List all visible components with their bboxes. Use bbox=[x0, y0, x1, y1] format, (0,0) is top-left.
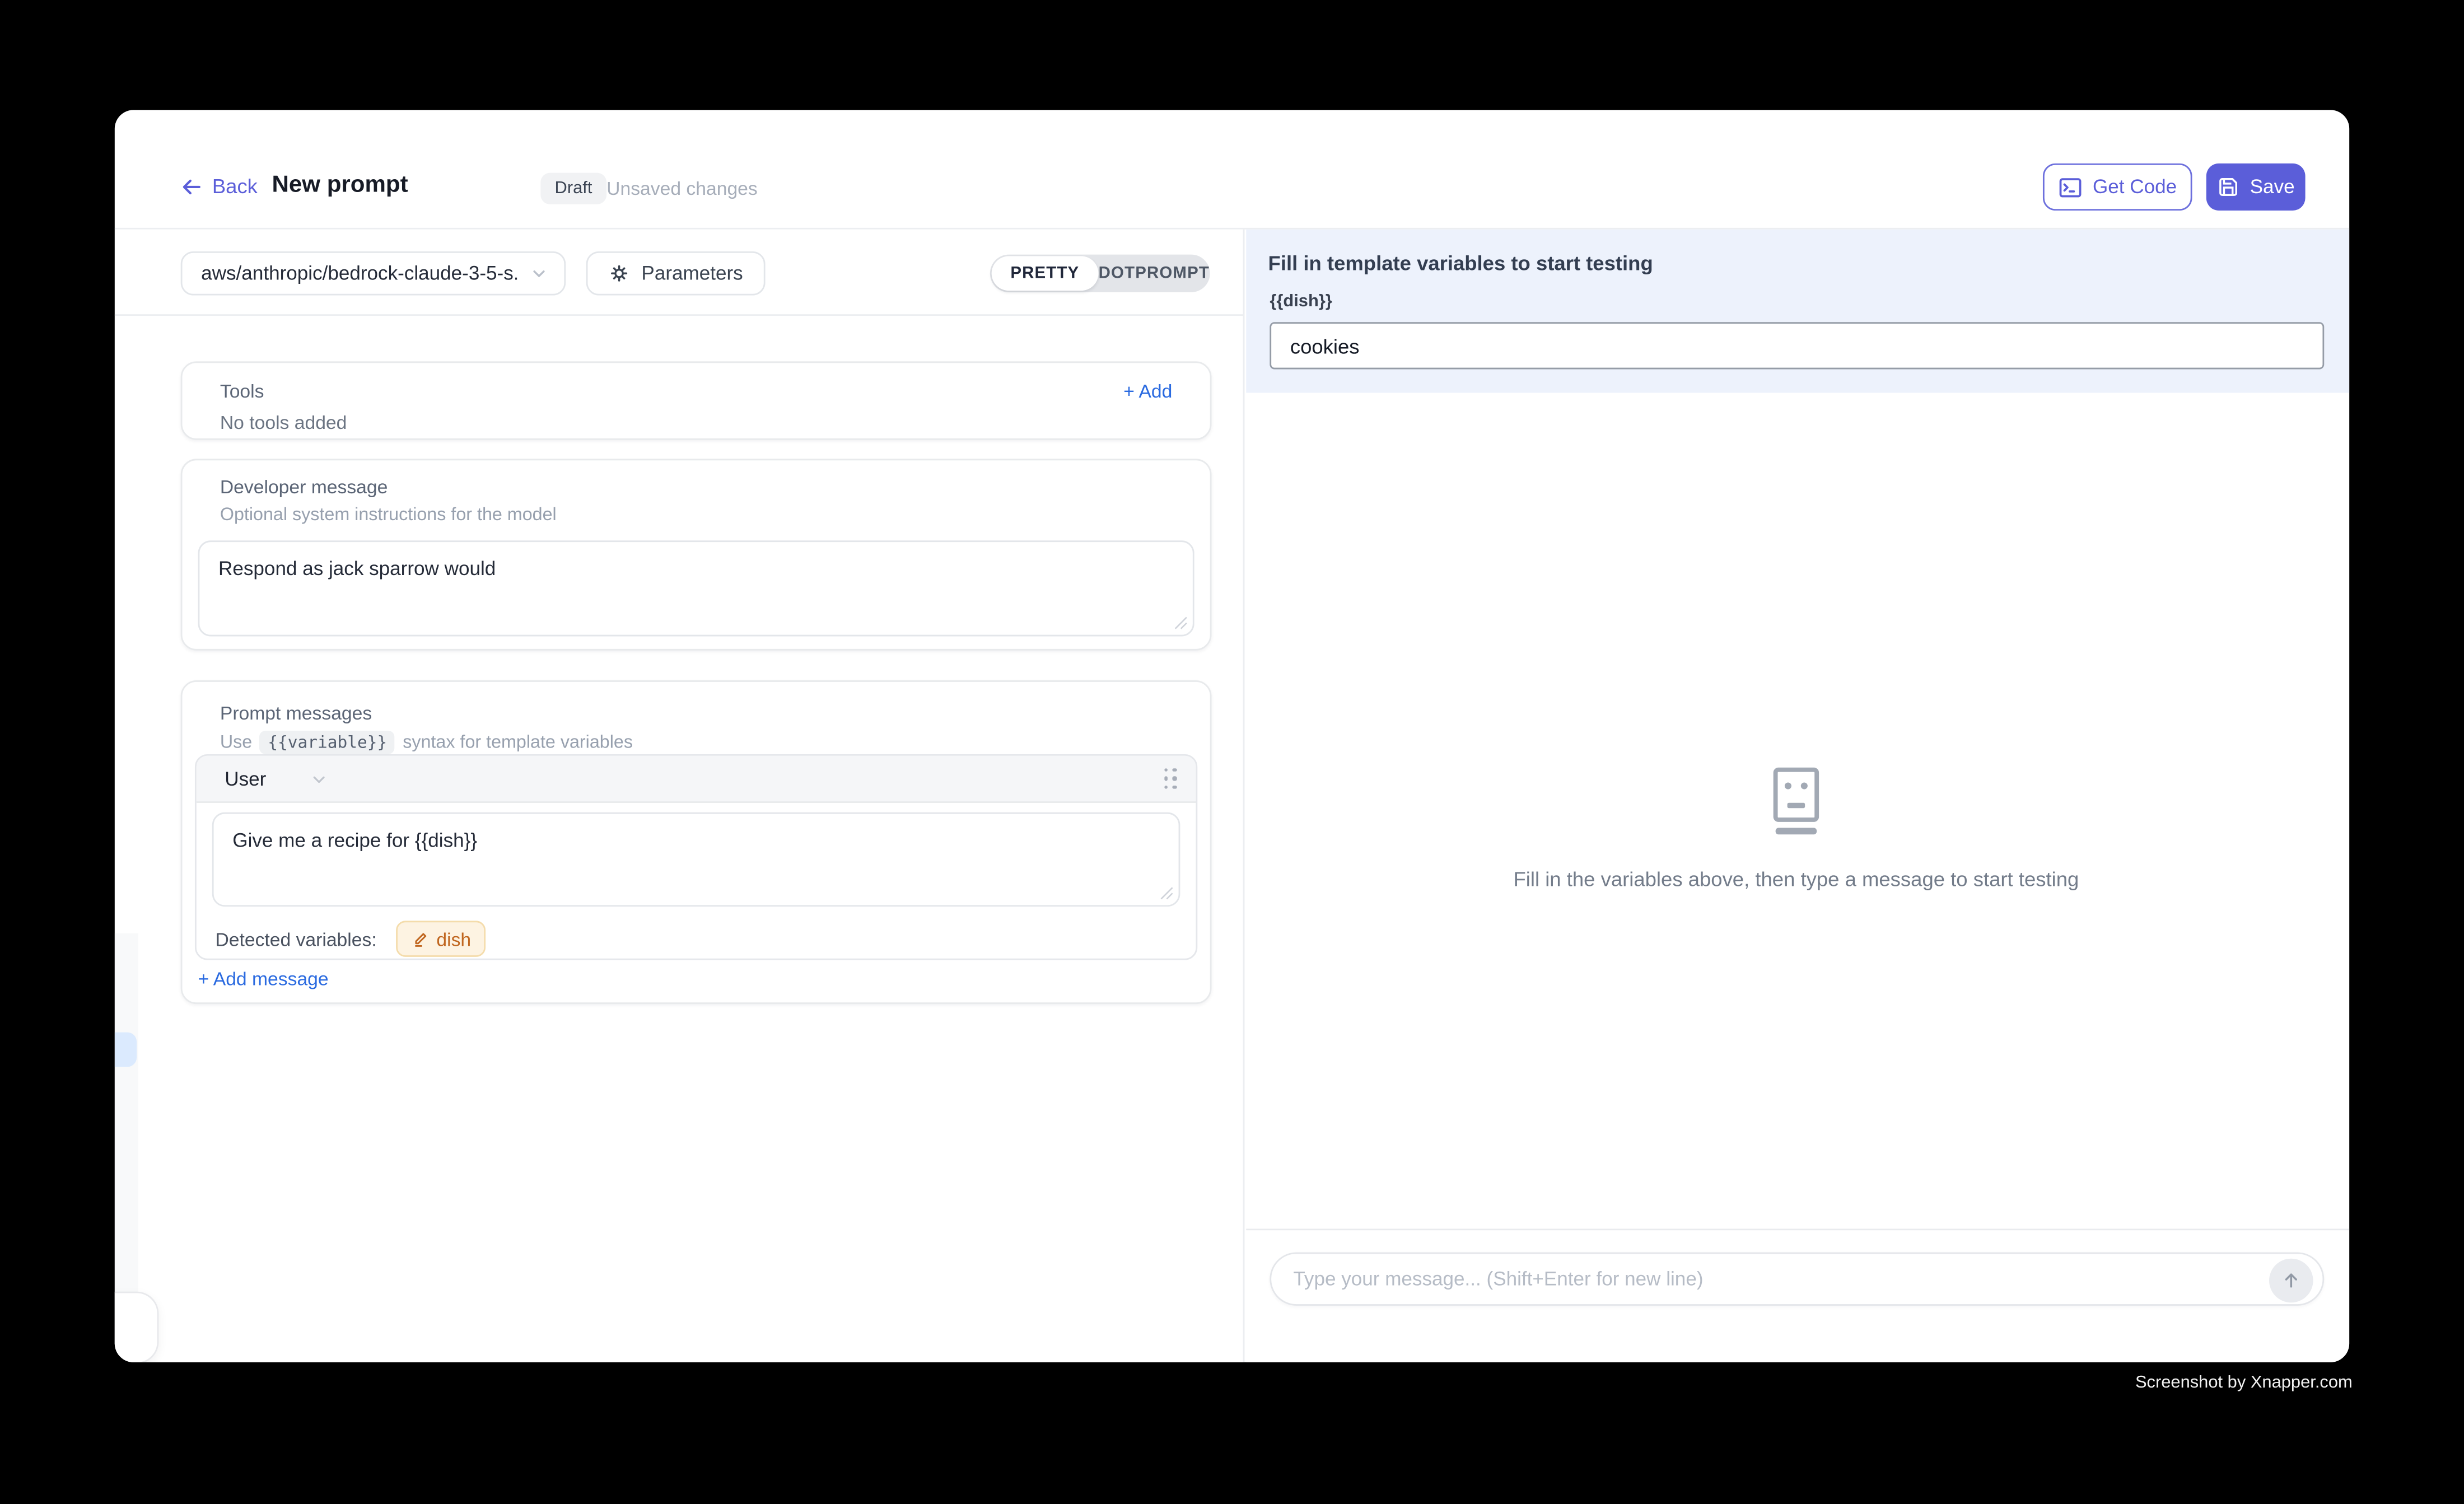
resize-grip-icon[interactable] bbox=[1174, 616, 1188, 630]
role-value: User bbox=[225, 768, 266, 790]
background-sidebar-active-item bbox=[115, 1033, 137, 1067]
subtitle-prefix: Use bbox=[220, 733, 252, 752]
send-button[interactable] bbox=[2269, 1259, 2313, 1303]
unsaved-changes-note: Unsaved changes bbox=[606, 178, 758, 199]
back-button[interactable]: Back bbox=[181, 174, 258, 198]
message-block: User Give me a recipe for {{dish}} Detec… bbox=[195, 754, 1197, 960]
subtitle-suffix: syntax for template variables bbox=[403, 733, 633, 752]
chat-divider bbox=[1246, 1229, 2349, 1230]
watermark-text: Screenshot by Xnapper.com bbox=[2135, 1374, 2353, 1393]
user-message-textarea[interactable]: Give me a recipe for {{dish}} bbox=[214, 814, 1179, 905]
save-label: Save bbox=[2250, 176, 2295, 198]
prompt-messages-card: Prompt messages Use {{variable}} syntax … bbox=[181, 680, 1212, 1004]
save-button[interactable]: Save bbox=[2206, 164, 2306, 211]
developer-message-field: Respond as jack sparrow would bbox=[198, 540, 1194, 636]
add-tool-button[interactable]: + Add bbox=[1123, 380, 1172, 402]
developer-message-title: Developer message bbox=[220, 476, 388, 498]
robot-face-icon bbox=[1771, 767, 1821, 835]
editor-panel: aws/anthropic/bedrock-claude-3-5-s... Pa bbox=[115, 230, 1245, 1362]
detected-variables-label: Detected variables: bbox=[215, 928, 376, 950]
tools-title: Tools bbox=[220, 380, 264, 402]
resize-grip-icon[interactable] bbox=[1160, 886, 1174, 900]
toggle-option-dotprompt[interactable]: DOTPROMPT bbox=[1098, 264, 1210, 283]
add-message-button[interactable]: + Add message bbox=[198, 968, 329, 990]
model-selector-value: aws/anthropic/bedrock-claude-3-5-s... bbox=[201, 263, 517, 284]
detected-variables-row: Detected variables: dish bbox=[215, 921, 485, 957]
fill-variables-title: Fill in template variables to start test… bbox=[1268, 251, 1653, 275]
template-variables-section: Fill in template variables to start test… bbox=[1246, 230, 2349, 393]
parameters-label: Parameters bbox=[641, 263, 743, 284]
drag-handle[interactable] bbox=[1164, 768, 1177, 790]
chevron-down-icon bbox=[530, 264, 549, 283]
chat-input-bar bbox=[1270, 1252, 2324, 1305]
app-window: Back New prompt Draft Unsaved changes Ge… bbox=[115, 110, 2349, 1362]
chevron-down-icon bbox=[310, 769, 329, 788]
chat-empty-state: Fill in the variables above, then type a… bbox=[1246, 767, 2346, 891]
developer-message-card: Developer message Optional system instru… bbox=[181, 459, 1212, 650]
tools-empty-text: No tools added bbox=[220, 412, 347, 433]
model-toolbar: aws/anthropic/bedrock-claude-3-5-s... Pa bbox=[115, 230, 1243, 316]
variable-chip-dish[interactable]: dish bbox=[395, 921, 485, 957]
save-floppy-icon bbox=[2217, 176, 2239, 198]
tools-card: Tools + Add No tools added bbox=[181, 361, 1212, 440]
prompt-messages-title: Prompt messages bbox=[220, 702, 372, 724]
chat-message-input[interactable] bbox=[1271, 1254, 2322, 1304]
prompt-messages-subtitle: Use {{variable}} syntax for template var… bbox=[220, 731, 633, 754]
empty-state-text: Fill in the variables above, then type a… bbox=[1513, 867, 2079, 891]
dish-variable-input[interactable] bbox=[1270, 322, 2324, 369]
toggle-option-pretty[interactable]: PRETTY bbox=[992, 256, 1098, 291]
variable-syntax-chip: {{variable}} bbox=[260, 731, 395, 754]
background-sidebar-box bbox=[115, 1292, 159, 1362]
back-label: Back bbox=[212, 174, 258, 198]
code-terminal-icon bbox=[2058, 175, 2082, 199]
get-code-button[interactable]: Get Code bbox=[2043, 164, 2192, 211]
gear-icon bbox=[608, 263, 630, 284]
role-selector[interactable]: User bbox=[225, 768, 329, 790]
developer-message-subtitle: Optional system instructions for the mod… bbox=[220, 506, 557, 525]
status-badge: Draft bbox=[540, 173, 606, 204]
model-selector[interactable]: aws/anthropic/bedrock-claude-3-5-s... bbox=[181, 251, 566, 296]
variable-chip-label: dish bbox=[436, 928, 471, 950]
get-code-label: Get Code bbox=[2093, 176, 2177, 198]
user-message-field: Give me a recipe for {{dish}} bbox=[212, 812, 1180, 907]
arrow-left-icon bbox=[181, 175, 203, 197]
arrow-up-icon bbox=[2280, 1269, 2302, 1291]
page-title: New prompt bbox=[272, 171, 408, 198]
screenshot-stage: Back New prompt Draft Unsaved changes Ge… bbox=[0, 0, 2464, 1503]
message-header: User bbox=[197, 756, 1196, 803]
edit-pencil-icon bbox=[410, 930, 429, 949]
header: Back New prompt Draft Unsaved changes Ge… bbox=[115, 110, 2349, 229]
dish-variable-label: {{dish}} bbox=[1270, 292, 1332, 311]
test-panel: Fill in template variables to start test… bbox=[1246, 230, 2349, 1362]
developer-message-textarea[interactable]: Respond as jack sparrow would bbox=[199, 542, 1192, 635]
background-sidebar-strip bbox=[115, 933, 138, 1292]
view-mode-toggle: PRETTY DOTPROMPT bbox=[990, 255, 1210, 292]
parameters-button[interactable]: Parameters bbox=[586, 251, 766, 296]
